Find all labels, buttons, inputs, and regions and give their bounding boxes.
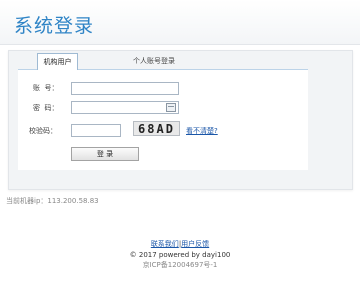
captcha-input[interactable] bbox=[71, 124, 121, 137]
account-input[interactable] bbox=[71, 82, 179, 95]
password-label: 密 码： bbox=[33, 104, 59, 112]
ip-info: 当前机器ip：113.200.58.83 bbox=[6, 196, 99, 206]
page-title: 系统登录 bbox=[14, 15, 95, 37]
footer-copyright: © 2017 powered by dayi100 bbox=[129, 251, 231, 259]
captcha-image[interactable]: 68AD bbox=[133, 121, 180, 136]
calendar-icon[interactable] bbox=[166, 103, 176, 112]
contact-us-link[interactable]: 联系我们 bbox=[151, 240, 179, 248]
password-input[interactable] bbox=[71, 101, 179, 114]
feedback-link[interactable]: 用户反馈 bbox=[181, 240, 209, 248]
tab-personal-login[interactable]: 个人账号登录 bbox=[133, 55, 175, 67]
ip-value: 113.200.58.83 bbox=[47, 197, 99, 205]
login-button[interactable]: 登 录 bbox=[71, 147, 139, 161]
ip-label: 当前机器ip： bbox=[6, 197, 48, 205]
captcha-label: 校验码： bbox=[29, 127, 57, 135]
footer-icp: 京ICP备12004697号-1 bbox=[142, 261, 218, 269]
account-label: 账 号： bbox=[33, 84, 59, 92]
footer-links: 联系我们|用户反馈 bbox=[0, 240, 360, 249]
refresh-captcha-link[interactable]: 看不清楚? bbox=[186, 126, 218, 136]
tab-institution-user[interactable]: 机构用户 bbox=[37, 53, 78, 71]
